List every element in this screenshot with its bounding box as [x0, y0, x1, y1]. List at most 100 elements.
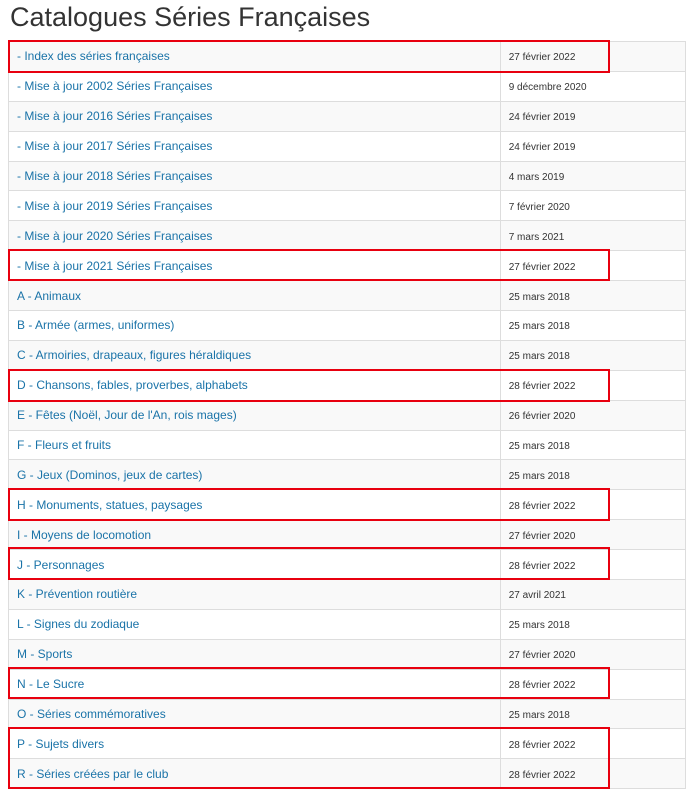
catalogue-link[interactable]: N - Le Sucre	[17, 677, 84, 691]
catalogue-link[interactable]: J - Personnages	[17, 558, 104, 572]
catalogue-name-cell: - Mise à jour 2017 Séries Françaises	[8, 130, 501, 162]
table-row: F - Fleurs et fruits 25 mars 2018	[8, 429, 687, 461]
catalogue-date: 25 mars 2018	[508, 291, 570, 303]
catalogue-date: 28 février 2022	[508, 560, 576, 572]
table-row: B - Armée (armes, uniformes) 25 mars 2018	[8, 310, 687, 341]
catalogue-link[interactable]: - Mise à jour 2017 Séries Françaises	[17, 139, 212, 153]
table-row: - Mise à jour 2018 Séries Françaises 4 ma…	[8, 160, 687, 192]
table-row: M - Sports 27 février 2020	[8, 638, 687, 670]
catalogue-link[interactable]: - Mise à jour 2018 Séries Françaises	[17, 169, 212, 183]
table-row: G - Jeux (Dominos, jeux de cartes) 25 mar…	[8, 459, 687, 491]
table-row: O - Séries commémoratives 25 mars 2018	[8, 698, 687, 730]
catalogue-date-cell: 24 février 2019	[499, 130, 687, 162]
catalogue-name-cell: - Mise à jour 2018 Séries Françaises	[8, 160, 501, 192]
catalogue-name-cell: O - Séries commémoratives	[8, 698, 501, 730]
catalogue-link[interactable]: - Mise à jour 2020 Séries Françaises	[17, 229, 212, 243]
catalogue-date-cell: 25 mars 2018	[499, 608, 687, 640]
catalogue-date-cell: 27 février 2022	[499, 250, 687, 282]
catalogue-date-cell: 25 mars 2018	[499, 459, 687, 491]
table-row: - Mise à jour 2020 Séries Françaises 7 ma…	[8, 220, 687, 252]
catalogue-date-cell: 7 mars 2021	[499, 220, 687, 252]
catalogue-date: 25 mars 2018	[508, 351, 570, 363]
catalogue-name-cell: P - Sujets divers	[8, 728, 501, 760]
catalogue-date: 25 mars 2018	[508, 620, 570, 632]
catalogue-link[interactable]: M - Sports	[17, 647, 72, 661]
table-row: - Mise à jour 2019 Séries Françaises 7 fé…	[8, 190, 687, 222]
catalogue-date: 25 mars 2018	[508, 441, 570, 453]
table-row: - Mise à jour 2002 Séries Françaises 9 dé…	[8, 70, 687, 102]
table-row: - Mise à jour 2021 Séries Françaises 27 f…	[8, 250, 687, 282]
catalogue-name-cell: E - Fêtes (Noël, Jour de l'An, rois mage…	[8, 399, 501, 431]
table-row: I - Moyens de locomotion 27 février 2020	[8, 519, 687, 551]
catalogue-date-cell: 25 mars 2018	[499, 310, 687, 341]
catalogue-name-cell: L - Signes du zodiaque	[8, 608, 501, 640]
catalogue-date-cell: 27 février 2022	[499, 41, 687, 72]
catalogue-date-cell: 7 février 2020	[499, 190, 687, 222]
table-row: - Mise à jour 2016 Séries Françaises 24 f…	[8, 100, 687, 132]
catalogue-date-cell: 25 mars 2018	[499, 698, 687, 730]
catalogue-link[interactable]: F - Fleurs et fruits	[17, 438, 111, 452]
catalogue-link[interactable]: C - Armoiries, drapeaux, figures héraldi…	[17, 348, 251, 362]
catalogue-name-cell: H - Monuments, statues, paysages	[8, 489, 501, 521]
catalogue-link[interactable]: O - Séries commémoratives	[17, 707, 166, 721]
catalogue-date: 26 février 2020	[508, 411, 576, 423]
catalogue-date-cell: 28 février 2022	[499, 728, 687, 760]
catalogue-date: 28 février 2022	[508, 381, 576, 393]
catalogue-link[interactable]: A - Animaux	[17, 289, 81, 303]
catalogue-link[interactable]: D - Chansons, fables, proverbes, alphabe…	[17, 378, 248, 392]
catalogue-date-cell: 28 février 2022	[499, 489, 687, 521]
table-row: K - Prévention routière 27 avril 2021	[8, 579, 687, 610]
catalogue-name-cell: C - Armoiries, drapeaux, figures héraldi…	[8, 339, 501, 371]
catalogue-link[interactable]: I - Moyens de locomotion	[17, 528, 151, 542]
catalogue-name-cell: - Mise à jour 2019 Séries Françaises	[8, 190, 501, 222]
table-row: E - Fêtes (Noël, Jour de l'An, rois mage…	[8, 399, 687, 431]
catalogue-date-cell: 25 mars 2018	[499, 280, 687, 312]
catalogue-link[interactable]: - Mise à jour 2019 Séries Françaises	[17, 199, 212, 213]
catalogue-date-cell: 25 mars 2018	[499, 429, 687, 461]
catalogue-table: - Index des séries françaises 27 février …	[8, 41, 687, 790]
catalogue-link[interactable]: - Mise à jour 2002 Séries Françaises	[17, 79, 212, 93]
catalogue-date-cell: 27 février 2020	[499, 638, 687, 670]
catalogue-link[interactable]: H - Monuments, statues, paysages	[17, 498, 202, 512]
catalogue-link[interactable]: G - Jeux (Dominos, jeux de cartes)	[17, 468, 202, 482]
catalogue-name-cell: - Mise à jour 2021 Séries Françaises	[8, 250, 501, 282]
catalogue-date: 7 mars 2021	[508, 231, 565, 243]
catalogue-date: 27 février 2022	[508, 261, 576, 273]
catalogue-name-cell: M - Sports	[8, 638, 501, 670]
table-row: - Mise à jour 2017 Séries Françaises 24 f…	[8, 130, 687, 162]
catalogue-name-cell: - Index des séries françaises	[8, 41, 501, 72]
catalogue-date-cell: 28 février 2022	[499, 369, 687, 401]
catalogue-date-cell: 27 avril 2021	[499, 579, 687, 610]
catalogue-link[interactable]: L - Signes du zodiaque	[17, 617, 139, 631]
catalogue-date-cell: 4 mars 2019	[499, 160, 687, 192]
catalogue-link[interactable]: R - Séries créées par le club	[17, 767, 168, 781]
table-row: L - Signes du zodiaque 25 mars 2018	[8, 608, 687, 640]
catalogue-name-cell: A - Animaux	[8, 280, 501, 312]
catalogue-date: 9 décembre 2020	[508, 82, 587, 94]
catalogue-link[interactable]: K - Prévention routière	[17, 587, 137, 601]
catalogue-date: 27 avril 2021	[508, 590, 566, 602]
catalogue-date: 4 mars 2019	[508, 172, 565, 183]
page-title: Catalogues Séries Françaises	[10, 2, 371, 32]
catalogue-date-cell: 27 février 2020	[499, 519, 687, 551]
catalogue-name-cell: - Mise à jour 2020 Séries Françaises	[8, 220, 501, 252]
catalogue-date-cell: 26 février 2020	[499, 399, 687, 431]
catalogue-date: 28 février 2022	[508, 500, 576, 512]
catalogue-date: 27 février 2020	[508, 530, 576, 542]
catalogue-name-cell: N - Le Sucre	[8, 668, 501, 700]
catalogue-link[interactable]: B - Armée (armes, uniformes)	[17, 318, 174, 332]
catalogue-link[interactable]: - Mise à jour 2021 Séries Françaises	[17, 259, 212, 273]
catalogue-date: 27 février 2020	[508, 650, 576, 662]
catalogue-date-cell: 28 février 2022	[499, 758, 687, 790]
catalogue-name-cell: J - Personnages	[8, 549, 501, 581]
catalogue-link[interactable]: - Mise à jour 2016 Séries Françaises	[17, 109, 212, 123]
catalogue-link[interactable]: - Index des séries françaises	[17, 49, 170, 63]
catalogue-date: 24 février 2019	[508, 112, 576, 124]
table-row: - Index des séries françaises 27 février …	[8, 41, 687, 72]
catalogue-date: 24 février 2019	[508, 142, 576, 154]
catalogue-date-cell: 28 février 2022	[499, 668, 687, 700]
catalogue-date: 25 mars 2018	[508, 321, 570, 333]
catalogue-link[interactable]: E - Fêtes (Noël, Jour de l'An, rois mage…	[17, 408, 237, 422]
catalogue-date: 28 février 2022	[508, 739, 576, 751]
catalogue-link[interactable]: P - Sujets divers	[17, 737, 104, 751]
